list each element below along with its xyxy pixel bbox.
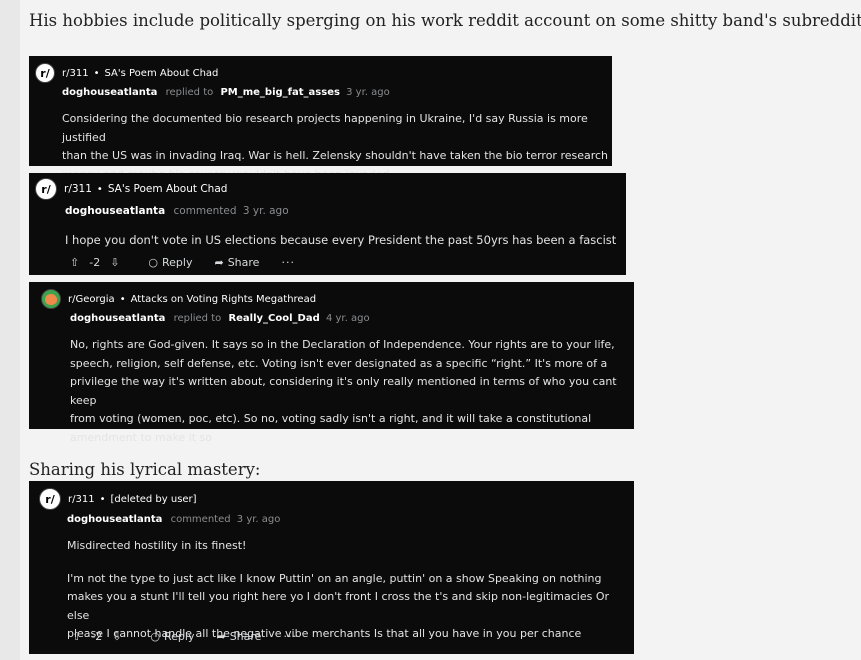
comment-screenshot-2: r/ r/311 • SA's Poem About Chad doghouse… (29, 173, 626, 275)
comment-author[interactable]: doghouseatlanta (70, 313, 165, 324)
subreddit-name[interactable]: r/311 (68, 494, 95, 505)
comment-body: No, rights are God-given. It says so in … (70, 338, 617, 444)
timestamp: 3 yr. ago (236, 514, 281, 525)
reply-button[interactable]: ○ Reply (150, 630, 194, 643)
comment-action: replied to (165, 87, 214, 98)
comment-body: Misdirected hostility in its finest! I'm… (67, 539, 610, 640)
timestamp: 4 yr. ago (325, 313, 370, 324)
post-title[interactable]: SA's Poem About Chad (104, 68, 218, 79)
reply-target[interactable]: PM_me_big_fat_asses (220, 87, 340, 98)
intro-text: His hobbies include politically sperging… (29, 11, 861, 30)
subreddit-icon: r/ (39, 488, 61, 510)
comment-screenshot-3: r/Georgia • Attacks on Voting Rights Meg… (29, 282, 634, 444)
subreddit-name[interactable]: r/311 (64, 183, 92, 195)
post-title: [deleted by user] (110, 493, 197, 505)
downvote-icon[interactable]: ⇩ (110, 256, 119, 269)
reply-target[interactable]: Really_Cool_Dad (228, 313, 319, 324)
share-icon: ➦ (216, 630, 226, 643)
subreddit-name[interactable]: r/311 (62, 68, 89, 79)
downvote-icon[interactable]: ⇩ (112, 630, 121, 643)
reply-icon: ○ (150, 630, 161, 643)
post-title[interactable]: Attacks on Voting Rights Megathread (131, 294, 316, 305)
more-options-icon[interactable]: ··· (283, 630, 297, 643)
timestamp: 3 yr. ago (346, 87, 390, 98)
share-icon: ➦ (214, 256, 224, 269)
blog-post-area: His hobbies include politically sperging… (20, 0, 861, 660)
comment-author[interactable]: doghouseatlanta (67, 514, 162, 525)
share-button[interactable]: ➦ Share (216, 630, 261, 643)
upvote-icon[interactable]: ⇧ (72, 630, 81, 643)
reply-button[interactable]: ○ Reply (148, 256, 192, 269)
subreddit-name[interactable]: r/Georgia (68, 294, 115, 305)
upvote-icon[interactable]: ⇧ (70, 256, 79, 269)
comment-action: commented (173, 205, 237, 217)
vote-score: -2 (89, 256, 101, 269)
comment-screenshot-4: r/ r/311 • [deleted by user] doghouseatl… (29, 481, 634, 654)
more-options-icon[interactable]: ··· (281, 256, 295, 269)
comment-actions: ⇧ -2 ⇩ ○ Reply ➦ Share ··· (67, 630, 319, 643)
comment-actions: ⇧ -2 ⇩ ○ Reply ➦ Share ··· (65, 256, 317, 269)
timestamp: 3 yr. ago (242, 205, 289, 217)
comment-action: commented (170, 514, 231, 525)
share-button[interactable]: ➦ Share (214, 256, 259, 269)
comment-action: replied to (173, 313, 222, 324)
subreddit-icon: r/ (35, 63, 55, 83)
comment-screenshot-1: r/ r/311 • SA's Poem About Chad doghouse… (29, 56, 612, 181)
subreddit-icon (41, 289, 61, 309)
reply-icon: ○ (148, 256, 159, 269)
vote-score: -2 (91, 630, 103, 643)
subreddit-icon: r/ (35, 178, 57, 200)
post-title[interactable]: SA's Poem About Chad (108, 183, 228, 195)
comment-body: I hope you don't vote in US elections be… (65, 233, 617, 247)
comment-author[interactable]: doghouseatlanta (65, 205, 165, 217)
comment-author[interactable]: doghouseatlanta (62, 87, 157, 98)
section-heading: Sharing his lyrical mastery: (29, 460, 261, 479)
